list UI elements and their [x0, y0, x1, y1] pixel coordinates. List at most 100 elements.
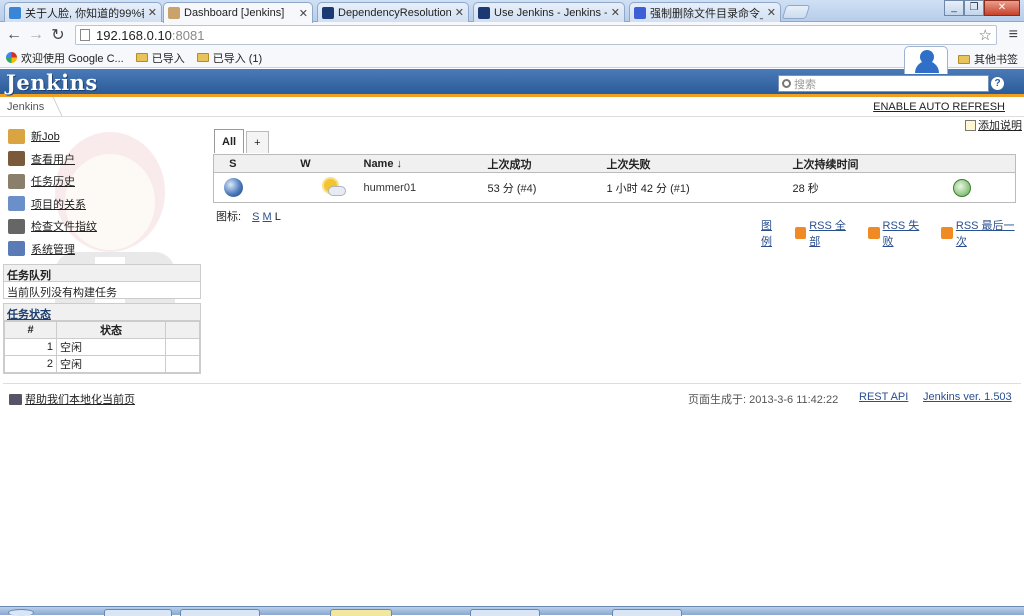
- sidebar-item-build-history[interactable]: 任务历史: [8, 170, 188, 193]
- bookmark-google[interactable]: 欢迎使用 Google C...: [0, 50, 124, 66]
- name-cell: hummer01: [360, 173, 484, 203]
- last-failure-build-link[interactable]: #1: [674, 183, 686, 195]
- icon-size-s[interactable]: S: [252, 211, 259, 223]
- other-bookmarks[interactable]: 其他书签: [958, 51, 1018, 67]
- job-link[interactable]: hummer01: [364, 182, 417, 194]
- col-status[interactable]: S: [213, 154, 252, 173]
- back-arrow-icon[interactable]: ←: [3, 26, 25, 44]
- sidebar-item-label[interactable]: 系统管理: [31, 241, 75, 257]
- sidebar-item-label[interactable]: 新Job: [31, 128, 60, 144]
- add-view-tab[interactable]: +: [246, 131, 269, 153]
- windows-taskbar: [0, 606, 1024, 616]
- edit-icon: [965, 119, 976, 131]
- browser-tab-title: 关于人脸, 你知道的99%都: [25, 7, 144, 20]
- legend-link[interactable]: 图例: [761, 217, 783, 249]
- close-icon[interactable]: ✕: [611, 6, 620, 19]
- browser-tab[interactable]: 强制删除文件目录命令_百 ✕: [629, 2, 781, 22]
- bookmark-folder[interactable]: 已导入 (1): [196, 50, 262, 66]
- search-placeholder: 搜索: [794, 78, 816, 91]
- browser-tab-active[interactable]: Dashboard [Jenkins] ✕: [163, 2, 313, 23]
- browser-tab[interactable]: Use Jenkins - Jenkins - ✕: [473, 2, 625, 22]
- col-name[interactable]: Name ↓: [359, 154, 484, 173]
- sidebar-item-label[interactable]: 任务历史: [31, 173, 75, 189]
- col-last-success[interactable]: 上次成功: [483, 154, 603, 173]
- rss-failed-label: RSS 失败: [882, 220, 920, 248]
- profile-avatar[interactable]: [904, 46, 948, 74]
- breadcrumb: Jenkins ENABLE AUTO REFRESH: [0, 97, 1024, 117]
- col-last-failure[interactable]: 上次失败: [602, 154, 789, 173]
- confluence-favicon-icon: [322, 6, 334, 19]
- enable-auto-refresh-link[interactable]: ENABLE AUTO REFRESH: [873, 101, 1005, 113]
- breadcrumb-jenkins[interactable]: Jenkins: [7, 101, 44, 113]
- close-icon[interactable]: ✕: [299, 7, 308, 20]
- window-controls: _ ❐ ✕: [944, 0, 1020, 16]
- forward-arrow-icon[interactable]: →: [25, 26, 47, 44]
- icon-size-m[interactable]: M: [263, 211, 272, 223]
- browser-tab-title: Use Jenkins - Jenkins -: [494, 6, 607, 19]
- wrench-icon: [8, 241, 25, 257]
- executor-status-link[interactable]: 任务状态: [7, 309, 51, 321]
- executor-header-row: # 状态: [4, 321, 200, 339]
- last-failure-cell: 1 小时 42 分 (#1): [603, 173, 789, 203]
- close-icon[interactable]: ✕: [148, 6, 157, 19]
- col-weather[interactable]: W: [251, 154, 360, 173]
- baidu-paw-icon: [634, 6, 646, 19]
- address-bar[interactable]: 192.168.0.10 :8081 ☆: [75, 25, 997, 45]
- maximize-icon[interactable]: ❐: [964, 0, 984, 16]
- col-last-duration[interactable]: 上次持续时间: [788, 154, 949, 173]
- minimize-icon[interactable]: _: [944, 0, 964, 16]
- sidebar-item-people[interactable]: 查看用户: [8, 148, 188, 171]
- rss-icon: [941, 227, 953, 239]
- help-icon[interactable]: ?: [991, 77, 1004, 90]
- browser-tab[interactable]: DependencyResolution ✕: [317, 2, 469, 22]
- last-success-build-link[interactable]: #4: [521, 183, 533, 195]
- last-failure-time: 1 小时 42 分 (: [606, 182, 674, 195]
- browser-tab[interactable]: 关于人脸, 你知道的99%都 ✕: [4, 2, 162, 22]
- add-description-link[interactable]: 添加说明: [978, 117, 1022, 133]
- col-num: #: [4, 321, 57, 339]
- bookmark-folder[interactable]: 已导入: [135, 50, 185, 66]
- rest-api-link[interactable]: REST API: [859, 391, 908, 403]
- sidebar-item-label[interactable]: 查看用户: [31, 151, 75, 167]
- rss-failed-link[interactable]: RSS 失败: [867, 217, 929, 249]
- tab-all[interactable]: All: [214, 129, 245, 153]
- blue-ball-status-icon[interactable]: [224, 178, 243, 197]
- jenkins-version-link[interactable]: Jenkins ver. 1.503: [923, 391, 1012, 403]
- build-queue-empty: 当前队列没有构建任务: [7, 287, 117, 299]
- magnifier-icon: [8, 196, 25, 212]
- sidebar-item-new-job[interactable]: 新Job: [8, 125, 188, 148]
- folder-icon: [135, 53, 148, 62]
- status-cell: [214, 173, 252, 203]
- bookmark-star-icon[interactable]: ☆: [979, 26, 992, 44]
- add-description[interactable]: 添加说明: [965, 117, 1022, 133]
- sidebar-item-fingerprint[interactable]: 检查文件指纹: [8, 215, 188, 238]
- window-close-icon[interactable]: ✕: [984, 0, 1020, 16]
- bookmarks-bar: 欢迎使用 Google C... 已导入 已导入 (1) 其他书签: [0, 48, 1024, 68]
- jenkins-logo[interactable]: Jenkins: [6, 70, 98, 95]
- rss-all-label: RSS 全部: [809, 220, 846, 248]
- address-port: :8081: [171, 27, 205, 43]
- executor-status-title[interactable]: 任务状态: [4, 304, 200, 321]
- close-icon[interactable]: ✕: [455, 6, 464, 19]
- menu-icon[interactable]: ≡: [1009, 26, 1018, 44]
- users-icon: [8, 151, 25, 167]
- rss-latest-link[interactable]: RSS 最后一次: [941, 217, 1024, 249]
- localize-link[interactable]: 帮助我们本地化当前页: [9, 391, 135, 407]
- sidebar-item-label[interactable]: 项目的关系: [31, 196, 86, 212]
- sidebar-item-label[interactable]: 检查文件指纹: [31, 218, 97, 234]
- close-icon[interactable]: ✕: [767, 6, 776, 19]
- rss-all-link[interactable]: RSS 全部: [794, 217, 856, 249]
- sidebar-item-manage-jenkins[interactable]: 系统管理: [8, 238, 188, 261]
- new-tab-button[interactable]: [781, 5, 811, 19]
- rss-latest-label: RSS 最后一次: [955, 220, 1015, 248]
- localize-label[interactable]: 帮助我们本地化当前页: [25, 391, 135, 407]
- build-queue-title: 任务队列: [4, 265, 200, 282]
- executor-status-pane: 任务状态 # 状态 1 空闲 2 空闲: [3, 303, 201, 374]
- bookmark-label: 已导入: [151, 52, 185, 65]
- sidebar-item-project-relationship[interactable]: 项目的关系: [8, 193, 188, 216]
- executor-num: 2: [4, 355, 57, 373]
- search-input[interactable]: 搜索: [778, 75, 989, 92]
- reload-icon[interactable]: ↻: [47, 25, 69, 45]
- partly-cloudy-weather-icon[interactable]: [322, 178, 348, 198]
- schedule-build-icon[interactable]: [952, 178, 971, 197]
